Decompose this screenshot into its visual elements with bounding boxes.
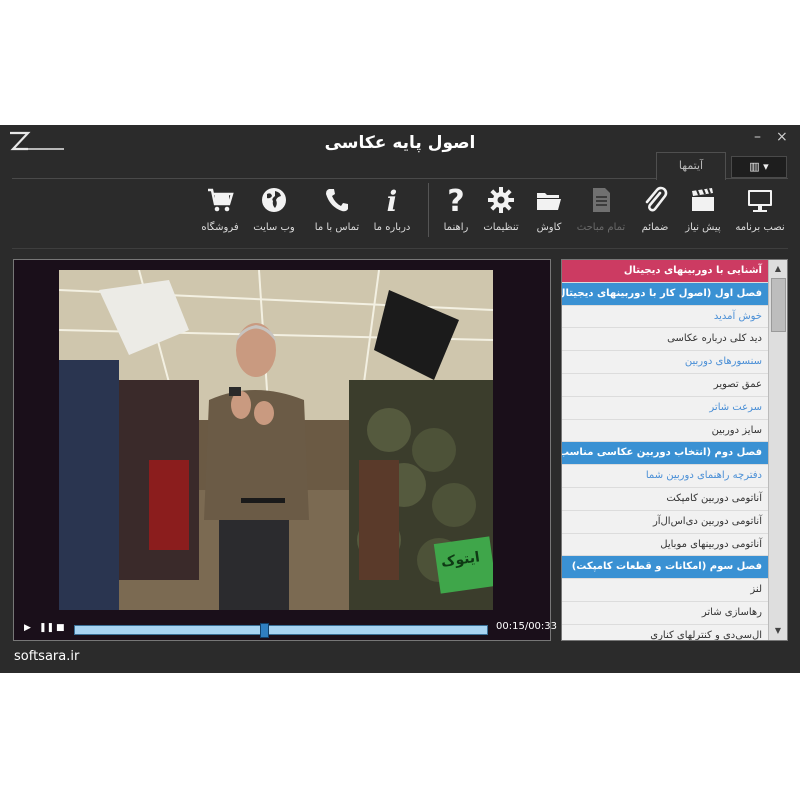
prerequisite-label: پیش نیاز xyxy=(685,222,721,233)
svg-text:i: i xyxy=(387,185,398,215)
phone-icon xyxy=(326,189,348,212)
toolbar-divider xyxy=(12,248,788,249)
seek-bar[interactable] xyxy=(74,623,488,638)
paperclip-icon xyxy=(645,186,668,212)
stop-icon[interactable]: ■ xyxy=(56,623,65,633)
website-label: وب سایت xyxy=(253,222,295,233)
list-scrollbar[interactable]: ▲ ▼ xyxy=(768,260,787,640)
install-button[interactable]: نصب برنامه xyxy=(732,185,788,233)
lesson-item[interactable]: سایز دوربین xyxy=(562,420,768,443)
lesson-item[interactable]: ال‌سی‌دی و کنترلهای کناری xyxy=(562,625,768,640)
help-label: راهنما xyxy=(443,222,469,233)
info-icon: i xyxy=(387,185,398,215)
video-frame[interactable]: ایتوک xyxy=(59,270,493,610)
question-icon: ? xyxy=(447,185,464,215)
lesson-item[interactable]: آناتومی دوربین کامپکت xyxy=(562,488,768,511)
scroll-thumb[interactable] xyxy=(771,278,786,332)
help-button[interactable]: ? راهنما xyxy=(428,185,484,233)
toolbar-separator xyxy=(428,183,429,237)
close-button[interactable]: × xyxy=(776,129,788,145)
explore-label: کاوش xyxy=(536,222,562,233)
document-icon xyxy=(593,188,610,212)
scroll-down-icon[interactable]: ▼ xyxy=(771,624,785,638)
prerequisite-button[interactable]: پیش نیاز xyxy=(675,185,731,233)
lesson-item[interactable]: عمق تصویر xyxy=(562,374,768,397)
lesson-item[interactable]: خوش آمدید xyxy=(562,306,768,329)
tab-items[interactable]: آیتمها xyxy=(656,152,726,180)
globe-icon xyxy=(262,188,286,212)
lesson-list: آشنایی با دوربینهای دیجیتال فصل اول (اصول… xyxy=(561,259,788,641)
lesson-list-items: آشنایی با دوربینهای دیجیتال فصل اول (اصول… xyxy=(562,260,768,640)
about-label: درباره ما xyxy=(373,222,411,233)
attachments-button[interactable]: ضمائم xyxy=(627,185,683,233)
seek-handle[interactable] xyxy=(259,623,269,638)
window-title: اصول پایه عکاسی xyxy=(324,133,476,153)
player-controls: ▶ ❚❚ ■ 00:15/00:33 xyxy=(14,618,557,640)
toolbar: نصب برنامه پیش نیاز ضمائم تمام مباحث کاو… xyxy=(195,185,795,245)
app-window: اصول پایه عکاسی – × آیتمها ▥ ▾ نصب برنام… xyxy=(0,125,800,673)
play-icon[interactable]: ▶ xyxy=(24,623,31,633)
gear-icon xyxy=(488,187,514,213)
app-logo xyxy=(10,131,64,151)
time-display: 00:15/00:33 xyxy=(496,621,558,632)
website-button[interactable]: وب سایت xyxy=(246,185,302,233)
install-label: نصب برنامه xyxy=(735,222,785,233)
monitor-icon xyxy=(748,190,772,212)
about-button[interactable]: i درباره ما xyxy=(364,185,420,233)
folder-icon xyxy=(537,193,561,210)
shop-button[interactable]: فروشگاه xyxy=(192,185,248,233)
contact-button[interactable]: تماس با ما xyxy=(309,185,365,233)
svg-text:?: ? xyxy=(447,185,464,215)
all-topics-button[interactable]: تمام مباحث xyxy=(573,185,629,233)
lesson-section-header[interactable]: فصل اول (اصول کار با دوربینهای دیجیتال) xyxy=(562,282,768,306)
lesson-item[interactable]: آناتومی دوربینهای موبایل xyxy=(562,534,768,557)
video-scene xyxy=(59,270,493,610)
scroll-up-icon[interactable]: ▲ xyxy=(771,262,785,276)
lesson-item[interactable]: سنسورهای دوربین xyxy=(562,351,768,374)
lesson-item[interactable]: دید کلی درباره عکاسی xyxy=(562,328,768,352)
view-mode-button[interactable]: ▥ ▾ xyxy=(731,156,787,178)
explore-button[interactable]: کاوش xyxy=(521,185,577,233)
lesson-section-header[interactable]: فصل دوم (انتخاب دوربین عکاسی مناسب) xyxy=(562,442,768,466)
lesson-section-header[interactable]: فصل سوم (امکانات و قطعات کامپکت) xyxy=(562,556,768,580)
pause-icon[interactable]: ❚❚ xyxy=(39,623,54,633)
lesson-item[interactable]: دفترچه راهنمای دوربین شما xyxy=(562,465,768,488)
lesson-item[interactable]: رهاسازی شاتر xyxy=(562,602,768,625)
cart-icon xyxy=(208,188,234,212)
footer-site: softsara.ir xyxy=(14,649,80,664)
contact-label: تماس با ما xyxy=(314,222,360,233)
lesson-item[interactable]: آناتومی دوربین دی‌اس‌ال‌آر xyxy=(562,511,768,534)
clapperboard-icon xyxy=(692,188,714,211)
attachments-label: ضمائم xyxy=(641,222,669,233)
all-topics-label: تمام مباحث xyxy=(576,222,626,233)
video-player: ایتوک ▶ ❚❚ ■ 00:15/00:33 xyxy=(13,259,557,641)
minimize-button[interactable]: – xyxy=(754,129,761,145)
lesson-section-header[interactable]: آشنایی با دوربینهای دیجیتال xyxy=(562,260,768,283)
lesson-item[interactable]: لنز xyxy=(562,579,768,602)
shop-label: فروشگاه xyxy=(201,222,239,233)
lesson-item[interactable]: سرعت شاتر xyxy=(562,397,768,420)
